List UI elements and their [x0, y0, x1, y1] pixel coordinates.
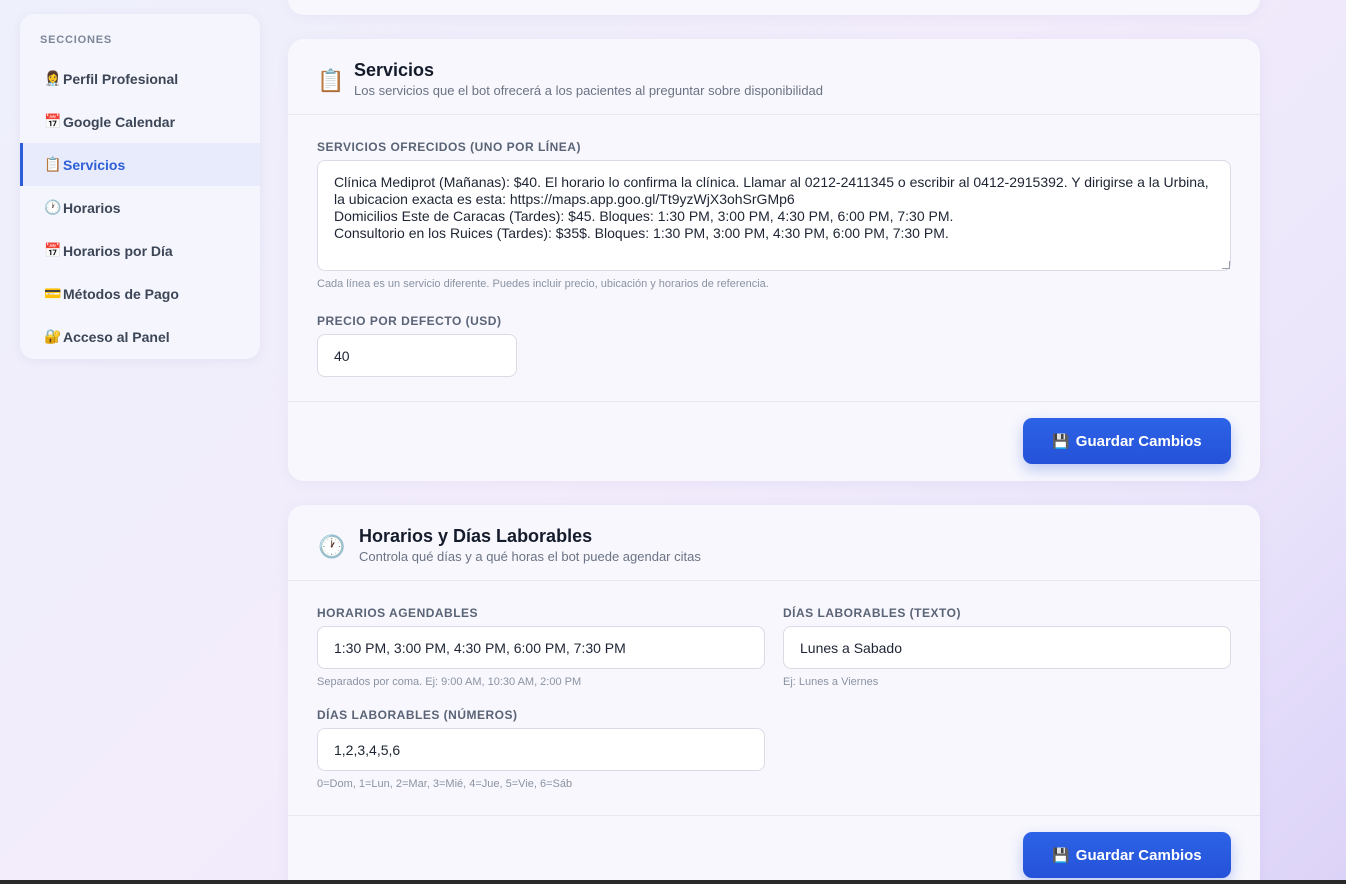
clock-icon: 🕐 — [44, 199, 62, 215]
days-text-value: Lunes a Sabado — [800, 639, 902, 656]
days-text-label: DÍAS LABORABLES (TEXTO) — [783, 606, 961, 620]
clipboard-icon: 📋 — [44, 156, 62, 172]
days-num-input[interactable]: 1,2,3,4,5,6 — [317, 728, 765, 771]
services-label: SERVICIOS OFRECIDOS (UNO POR LÍNEA) — [317, 140, 581, 154]
sidebar-item-label: Acceso al Panel — [63, 328, 170, 345]
sidebar-title: SECCIONES — [40, 34, 112, 46]
days-text-input[interactable]: Lunes a Sabado — [783, 626, 1231, 669]
calendar-icon: 📅 — [44, 242, 62, 258]
servicios-footer: 💾 Guardar Cambios — [288, 401, 1260, 481]
servicios-title: Servicios — [354, 60, 435, 80]
window-bottom-edge — [0, 880, 1346, 884]
floppy-disk-icon: 💾 — [1052, 432, 1070, 449]
services-hint: Cada línea es un servicio diferente. Pue… — [317, 278, 769, 290]
slots-value: 1:30 PM, 3:00 PM, 4:30 PM, 6:00 PM, 7:30… — [334, 639, 626, 656]
previous-section-card — [288, 0, 1260, 15]
days-num-value: 1,2,3,4,5,6 — [334, 741, 401, 758]
sidebar-item-label: Horarios — [63, 199, 121, 216]
calendar-icon: 📅 — [44, 113, 62, 129]
textarea-resize-handle[interactable] — [1222, 261, 1230, 269]
slots-hint: Separados por coma. Ej: 9:00 AM, 10:30 A… — [317, 676, 582, 688]
default-price-input[interactable]: 40 — [317, 334, 517, 377]
horarios-title: Horarios y Días Laborables — [359, 526, 593, 546]
sidebar-item-label: Métodos de Pago — [63, 285, 179, 302]
credit-card-icon: 💳 — [44, 285, 62, 301]
sidebar-item-label: Horarios por Día — [63, 242, 173, 259]
sections-sidebar: SECCIONES 👩‍⚕️ Perfil Profesional 📅 Goog… — [20, 14, 260, 359]
sidebar-item-google-calendar[interactable]: 📅 Google Calendar — [20, 100, 260, 143]
servicios-subtitle: Los servicios que el bot ofrecerá a los … — [354, 83, 824, 98]
sidebar-item-servicios[interactable]: 📋 Servicios — [20, 143, 260, 186]
floppy-disk-icon: 💾 — [1052, 846, 1070, 863]
days-text-hint: Ej: Lunes a Viernes — [783, 676, 879, 688]
sidebar-item-label: Servicios — [63, 156, 126, 173]
horarios-card: 🕐 Horarios y Días Laborables Controla qu… — [288, 505, 1260, 884]
sidebar-item-label: Google Calendar — [63, 113, 176, 130]
sidebar-item-acceso-al-panel[interactable]: 🔐 Acceso al Panel — [20, 315, 260, 358]
horarios-header: 🕐 Horarios y Días Laborables Controla qu… — [288, 505, 1260, 581]
clock-icon: 🕐 — [318, 534, 346, 559]
horarios-footer: 💾 Guardar Cambios — [288, 815, 1260, 884]
doctor-icon: 👩‍⚕️ — [44, 70, 62, 86]
servicios-header: 📋 Servicios Los servicios que el bot ofr… — [288, 39, 1260, 115]
sidebar-item-label: Perfil Profesional — [63, 70, 179, 87]
horarios-subtitle: Controla qué días y a qué horas el bot p… — [359, 549, 701, 564]
save-button-label: Guardar Cambios — [1075, 432, 1202, 450]
sidebar-item-horarios-por-dia[interactable]: 📅 Horarios por Día — [20, 229, 260, 272]
servicios-card: 📋 Servicios Los servicios que el bot ofr… — [288, 39, 1260, 481]
save-button[interactable]: 💾 Guardar Cambios — [1023, 418, 1231, 464]
slots-input[interactable]: 1:30 PM, 3:00 PM, 4:30 PM, 6:00 PM, 7:30… — [317, 626, 765, 669]
price-label: PRECIO POR DEFECTO (USD) — [317, 314, 502, 328]
clipboard-icon: 📋 — [317, 68, 345, 93]
save-button-label: Guardar Cambios — [1075, 846, 1202, 864]
days-num-hint: 0=Dom, 1=Lun, 2=Mar, 3=Mié, 4=Jue, 5=Vie… — [317, 778, 573, 790]
sidebar-item-horarios[interactable]: 🕐 Horarios — [20, 186, 260, 229]
save-button[interactable]: 💾 Guardar Cambios — [1023, 832, 1231, 878]
services-textarea[interactable]: Clínica Mediprot (Mañanas): $40. El hora… — [317, 160, 1231, 271]
sidebar-item-perfil-profesional[interactable]: 👩‍⚕️ Perfil Profesional — [20, 57, 260, 100]
default-price-value: 40 — [334, 347, 350, 364]
lock-key-icon: 🔐 — [44, 328, 62, 344]
sidebar-item-metodos-de-pago[interactable]: 💳 Métodos de Pago — [20, 272, 260, 315]
days-num-label: DÍAS LABORABLES (NÚMEROS) — [317, 708, 518, 722]
slots-label: HORARIOS AGENDABLES — [317, 606, 479, 620]
